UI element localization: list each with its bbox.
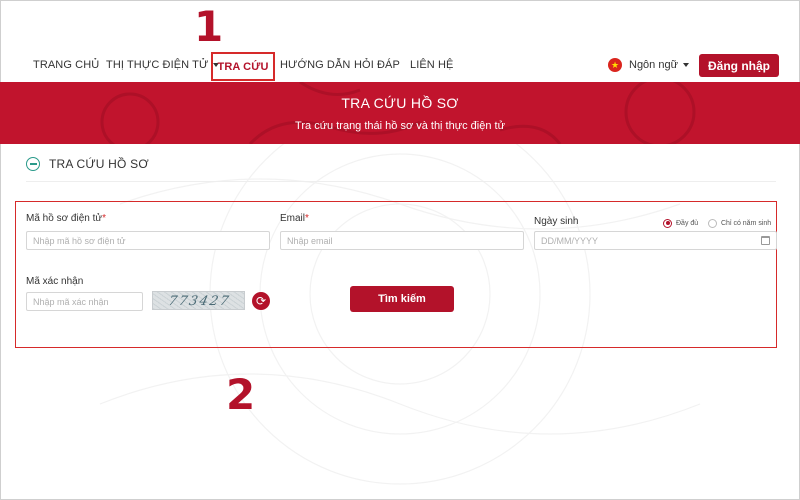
captcha-image: 773427 — [152, 291, 245, 310]
radio-dob-full[interactable] — [663, 218, 672, 228]
nav-lookup[interactable]: TRA CỨU — [211, 52, 275, 81]
file-code-label: Mã hồ sơ điện tử* — [26, 213, 106, 224]
file-code-label-text: Mã hồ sơ điện tử — [26, 213, 103, 224]
required-mark: * — [102, 213, 106, 224]
nav-contact[interactable]: LIÊN HỆ — [410, 50, 454, 80]
section-header[interactable]: TRA CỨU HỒ SƠ — [26, 155, 149, 173]
calendar-icon[interactable] — [761, 236, 770, 245]
nav-faq[interactable]: HỎI ĐÁP — [354, 50, 400, 80]
login-button[interactable]: Đăng nhập — [699, 54, 779, 77]
file-code-input[interactable] — [26, 231, 270, 250]
dob-year-only-option[interactable]: Chỉ có năm sinh — [708, 217, 771, 229]
caret-down-icon — [682, 63, 689, 67]
banner-pattern — [100, 82, 696, 144]
captcha-input[interactable] — [26, 292, 143, 311]
captcha-label: Mã xác nhận — [26, 276, 84, 287]
captcha-code: 773427 — [167, 294, 232, 309]
dob-field[interactable] — [534, 231, 777, 250]
page-banner: TRA CỨU HỒ SƠ Tra cứu trạng thái hồ sơ v… — [0, 82, 800, 144]
nav-home[interactable]: TRANG CHỦ — [33, 50, 99, 80]
banner-title: TRA CỨU HỒ SƠ — [341, 95, 459, 111]
nav-guide[interactable]: HƯỚNG DẪN — [280, 50, 350, 80]
language-label: Ngôn ngữ — [629, 59, 678, 71]
search-button[interactable]: Tìm kiếm — [350, 286, 454, 312]
language-selector[interactable]: ★ Ngôn ngữ — [608, 56, 689, 74]
section-title: TRA CỨU HỒ SƠ — [49, 157, 149, 171]
dob-full-label: Đầy đủ — [676, 219, 699, 227]
nav-evisa[interactable]: THỊ THỰC ĐIỆN TỬ — [106, 50, 219, 80]
email-input[interactable] — [280, 231, 524, 250]
refresh-icon[interactable]: ⟳ — [252, 292, 270, 310]
annotation-step-2: 2 — [226, 370, 256, 419]
dob-year-only-label: Chỉ có năm sinh — [721, 219, 772, 227]
dob-input[interactable] — [534, 231, 777, 250]
required-mark: * — [305, 213, 309, 224]
radio-dob-year-only[interactable] — [708, 218, 717, 228]
annotation-step-1: 1 — [194, 2, 224, 51]
nav-evisa-label: THỊ THỰC ĐIỆN TỬ — [106, 59, 209, 71]
banner-subtitle: Tra cứu trạng thái hồ sơ và thị thực điệ… — [295, 120, 505, 132]
section-divider — [26, 181, 776, 182]
dob-label: Ngày sinh — [534, 216, 579, 227]
vietnam-flag-icon: ★ — [608, 58, 622, 72]
dob-full-option[interactable]: Đầy đủ — [663, 217, 698, 229]
minus-circle-icon[interactable] — [26, 157, 40, 171]
email-label: Email* — [280, 213, 309, 224]
email-label-text: Email — [280, 213, 306, 224]
